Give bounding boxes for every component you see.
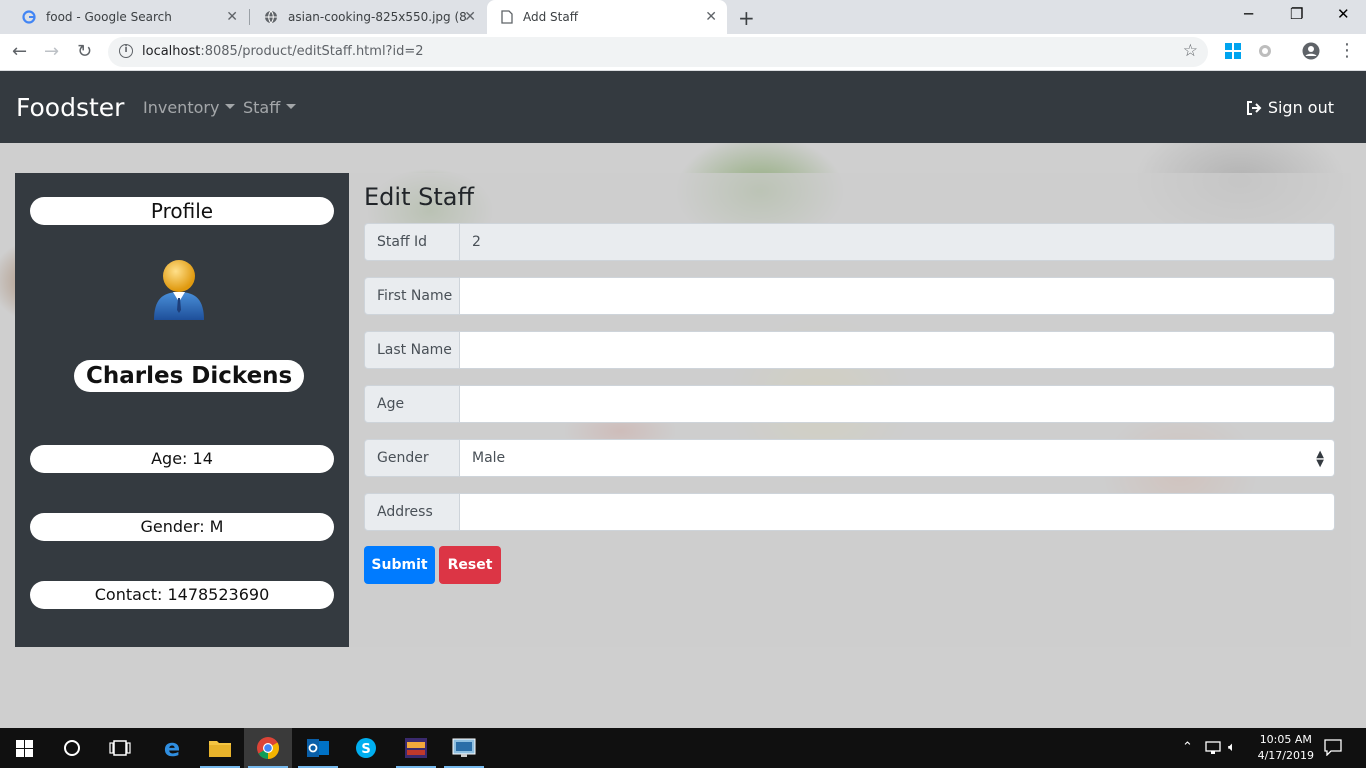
tab-food-google-search[interactable]: food - Google Search ✕ — [8, 0, 248, 34]
extension-circle-icon[interactable] — [1257, 43, 1273, 59]
edit-staff-form: Edit Staff Staff Id 2 First Name Last Na… — [349, 173, 1351, 647]
gender-group: Gender Male ▲ ▼ — [364, 439, 1335, 477]
page-title: Edit Staff — [364, 183, 474, 211]
first-name-input[interactable] — [460, 277, 1335, 315]
profile-heading: Profile — [30, 197, 334, 225]
gender-label: Gender — [364, 439, 460, 477]
first-name-group: First Name — [364, 277, 1335, 315]
system-clock[interactable]: 10:05 AM 4/17/2019 — [1258, 732, 1314, 764]
chevron-up-icon[interactable]: ⌃ — [1182, 740, 1193, 755]
chevron-down-icon — [225, 104, 236, 109]
reload-icon[interactable]: ↻ — [77, 41, 92, 62]
globe-icon — [265, 10, 277, 24]
last-name-group: Last Name — [364, 331, 1335, 369]
last-name-label: Last Name — [364, 331, 460, 369]
select-arrows-icon: ▲ ▼ — [1316, 449, 1324, 469]
network-icon[interactable] — [1205, 741, 1221, 755]
age-group: Age — [364, 385, 1335, 423]
chrome-app[interactable] — [244, 728, 292, 768]
outlook-icon — [307, 739, 329, 757]
tab-title: food - Google Search — [46, 10, 172, 24]
sign-out-link[interactable]: Sign out — [1246, 98, 1334, 117]
game-app[interactable] — [392, 728, 440, 768]
first-name-label: First Name — [364, 277, 460, 315]
chrome-icon — [257, 737, 279, 759]
minimize-icon[interactable]: ─ — [1244, 5, 1253, 23]
maximize-icon[interactable]: ❐ — [1290, 5, 1303, 23]
tab-add-staff[interactable]: Add Staff ✕ — [487, 0, 727, 34]
edge-app[interactable]: e — [148, 728, 196, 768]
close-icon[interactable]: ✕ — [226, 9, 238, 25]
document-icon — [501, 10, 513, 24]
windows-logo-icon — [15, 739, 33, 757]
close-window-icon[interactable]: ✕ — [1337, 5, 1350, 23]
bookmark-star-icon[interactable]: ☆ — [1183, 41, 1198, 61]
url-text: localhost:8085/product/editStaff.html?id… — [142, 44, 424, 59]
notification-icon[interactable] — [1324, 739, 1342, 756]
brand-logo[interactable]: Foodster — [16, 93, 124, 122]
tab-asian-cooking-image[interactable]: asian-cooking-825x550.jpg (825× ✕ — [250, 0, 486, 34]
sign-out-icon — [1246, 100, 1262, 115]
page-viewport: Foodster Inventory Staff Sign out Profil… — [0, 71, 1366, 728]
skype-icon: S — [356, 738, 376, 758]
task-view-button[interactable] — [96, 728, 144, 768]
back-arrow-icon[interactable]: ← — [12, 41, 27, 62]
folder-icon — [209, 741, 231, 757]
edge-icon: e — [163, 734, 181, 762]
remote-desktop-app[interactable] — [440, 728, 488, 768]
browser-toolbar: ← → ↻ i localhost:8085/product/editStaff… — [0, 34, 1366, 71]
tab-title: Add Staff — [523, 10, 578, 24]
info-icon[interactable]: i — [119, 44, 133, 58]
browser-tab-strip: food - Google Search ✕ asian-cooking-825… — [0, 0, 1366, 34]
file-explorer-app[interactable] — [196, 728, 244, 768]
address-bar[interactable]: i localhost:8085/product/editStaff.html?… — [108, 37, 1208, 67]
submit-button[interactable]: Submit — [364, 546, 435, 584]
address-group: Address — [364, 493, 1335, 531]
new-tab-icon[interactable]: + — [738, 6, 755, 30]
profile-gender: Gender: M — [30, 513, 334, 541]
chevron-down-icon — [286, 104, 297, 109]
clock-time: 10:05 AM — [1259, 733, 1312, 746]
remote-desktop-icon — [452, 738, 476, 757]
forward-arrow-icon[interactable]: → — [44, 41, 59, 62]
last-name-input[interactable] — [460, 331, 1335, 369]
gender-selected-value: Male — [472, 450, 506, 466]
svg-text:S: S — [361, 742, 370, 757]
profile-account-icon[interactable] — [1302, 42, 1320, 60]
game-icon — [405, 738, 427, 758]
search-button[interactable] — [48, 728, 96, 768]
windows-extension-icon[interactable] — [1225, 43, 1241, 59]
skype-app[interactable]: S — [342, 728, 390, 768]
age-label: Age — [364, 385, 460, 423]
close-icon[interactable]: ✕ — [464, 9, 476, 25]
clock-date: 4/17/2019 — [1257, 749, 1314, 762]
address-input[interactable] — [460, 493, 1335, 531]
staff-id-group: Staff Id 2 — [364, 223, 1335, 261]
top-navbar: Foodster Inventory Staff Sign out — [0, 71, 1366, 143]
staff-dropdown[interactable]: Staff — [243, 98, 297, 117]
search-circle-icon — [64, 740, 80, 756]
reset-button[interactable]: Reset — [439, 546, 501, 584]
profile-age: Age: 14 — [30, 445, 334, 473]
task-view-icon — [109, 740, 131, 756]
staff-id-label: Staff Id — [364, 223, 460, 261]
address-label: Address — [364, 493, 460, 531]
gender-select[interactable]: Male ▲ ▼ — [460, 439, 1335, 477]
staff-id-field: 2 — [460, 223, 1335, 261]
inventory-dropdown[interactable]: Inventory — [143, 98, 236, 117]
close-icon[interactable]: ✕ — [705, 9, 717, 25]
start-button[interactable] — [0, 728, 48, 768]
volume-icon[interactable]: 🔈︎ — [1228, 740, 1236, 755]
windows-taskbar: e S ⌃ 🔈︎ 10:05 AM 4/17/2019 — [0, 728, 1366, 768]
tab-title: asian-cooking-825x550.jpg (825× — [288, 10, 466, 24]
staff-name: Charles Dickens — [74, 360, 305, 392]
age-input[interactable] — [460, 385, 1335, 423]
profile-contact: Contact: 1478523690 — [30, 581, 334, 609]
google-icon — [22, 10, 36, 24]
user-avatar-icon — [154, 260, 204, 320]
outlook-app[interactable] — [294, 728, 342, 768]
more-menu-icon[interactable]: ⋮ — [1338, 40, 1356, 61]
profile-card: Profile Charles Dickens Age: 14 Gender: … — [15, 173, 349, 647]
